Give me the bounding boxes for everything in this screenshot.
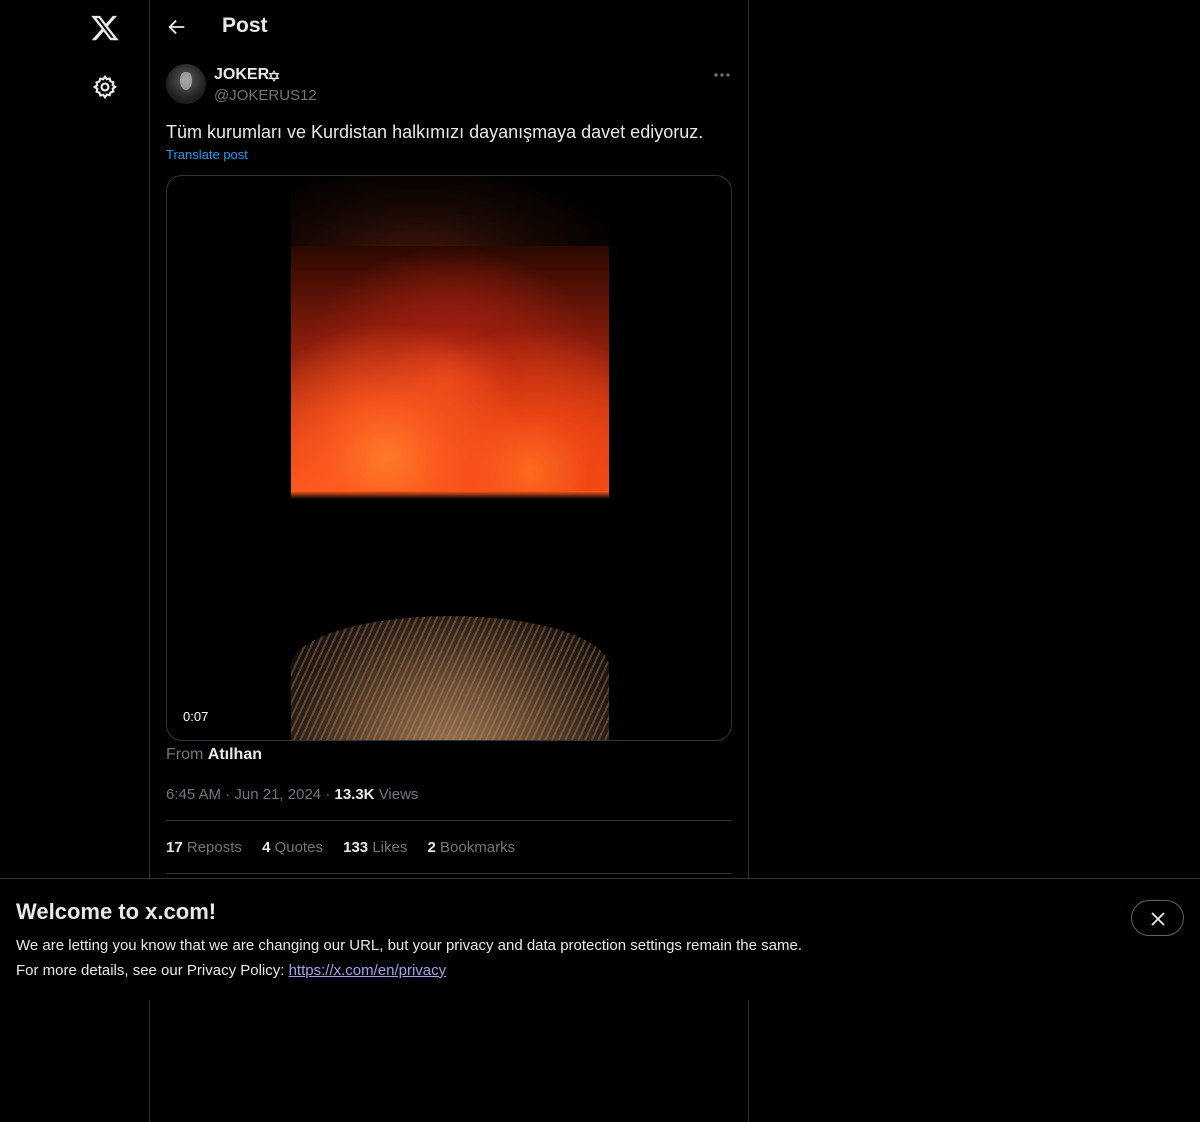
post-time[interactable]: 6:45 AM — [166, 786, 221, 803]
post-date[interactable]: Jun 21, 2024 — [234, 786, 321, 803]
bookmarks-stat[interactable]: 2 Bookmarks — [428, 839, 516, 856]
video-player[interactable]: 0:07 — [166, 175, 732, 741]
banner-title: Welcome to x.com! — [16, 899, 217, 924]
from-prefix: From — [166, 746, 204, 763]
more-icon — [714, 73, 730, 77]
quotes-count: 4 — [262, 839, 271, 856]
likes-stat[interactable]: 133 Likes — [343, 839, 407, 856]
video-duration: 0:07 — [177, 708, 215, 725]
reposts-count: 17 — [166, 839, 183, 856]
translate-post-link[interactable]: Translate post — [166, 147, 248, 162]
privacy-policy-link[interactable]: https://x.com/en/privacy — [289, 962, 447, 979]
x-logo-icon[interactable] — [90, 13, 120, 43]
from-attribution: From Atılhan — [166, 746, 262, 764]
banner-close-button[interactable] — [1131, 900, 1184, 936]
header: Post — [150, 0, 748, 53]
bookmarks-count: 2 — [427, 839, 436, 856]
views-label: Views — [378, 786, 419, 803]
author-handle[interactable]: @JOKERUS12 — [214, 87, 317, 104]
gear-icon[interactable] — [92, 74, 118, 100]
more-options-button[interactable] — [712, 66, 732, 84]
divider — [166, 820, 732, 821]
video-frame — [291, 176, 609, 740]
video-fire — [291, 246, 609, 496]
meta-separator: · — [325, 786, 331, 803]
back-button[interactable] — [166, 16, 188, 38]
author-display-name[interactable]: JOKER — [214, 66, 269, 84]
reposts-stat[interactable]: 17 Reposts — [166, 839, 242, 856]
from-source-link[interactable]: Atılhan — [208, 746, 262, 763]
close-icon — [1151, 912, 1165, 926]
divider — [166, 873, 732, 874]
post-stats: 17 Reposts 4 Quotes 133 Likes 2 Bookmark… — [166, 839, 531, 856]
banner-policy-line: For more details, see our Privacy Policy… — [16, 962, 446, 979]
reposts-label: Reposts — [186, 839, 242, 856]
likes-label: Likes — [372, 839, 408, 856]
quotes-label: Quotes — [274, 839, 323, 856]
quotes-stat[interactable]: 4 Quotes — [262, 839, 323, 856]
arrow-left-icon — [168, 19, 185, 35]
page-title: Post — [222, 14, 268, 37]
views-count: 13.3K — [334, 786, 375, 803]
url-change-banner: Welcome to x.com! We are letting you kno… — [0, 878, 1200, 1000]
star-of-david-icon — [268, 69, 280, 82]
video-horizon — [291, 491, 609, 499]
avatar[interactable] — [166, 64, 206, 104]
bookmarks-label: Bookmarks — [440, 839, 516, 856]
post-text: Tüm kurumları ve Kurdistan halkımızı day… — [166, 122, 704, 142]
page: Post JOKER @JOKERUS12 Tüm kurumları ve K… — [0, 0, 1200, 1122]
video-ground — [291, 616, 609, 740]
banner-message: We are letting you know that we are chan… — [16, 937, 802, 954]
meta-separator: · — [225, 786, 231, 803]
likes-count: 133 — [343, 839, 369, 856]
post-meta: 6:45 AM · Jun 21, 2024 · 13.3K Views — [166, 786, 418, 803]
avatar-image — [180, 72, 192, 90]
banner-policy-prefix: For more details, see our Privacy Policy… — [16, 962, 289, 979]
